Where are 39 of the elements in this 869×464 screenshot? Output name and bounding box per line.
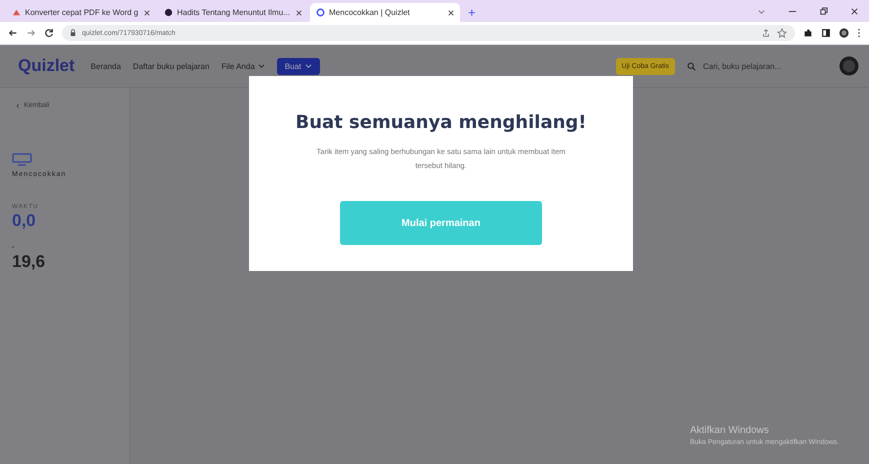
tab-title: Konverter cepat PDF ke Word g bbox=[25, 8, 140, 17]
caret-icon bbox=[305, 64, 312, 68]
new-tab-button[interactable]: + bbox=[462, 3, 482, 22]
nav-link[interactable]: File Anda bbox=[221, 62, 265, 70]
create-button[interactable]: Buat bbox=[276, 58, 320, 74]
browser-tab[interactable]: Hadits Tentang Menuntut Ilmu... bbox=[158, 3, 308, 22]
timer-value: 0,0 bbox=[12, 211, 36, 231]
sidebar-icon[interactable] bbox=[821, 28, 831, 38]
favicon-icon bbox=[164, 8, 173, 17]
more-icon[interactable] bbox=[857, 28, 861, 38]
forward-arrow-icon[interactable] bbox=[26, 28, 36, 38]
search-icon bbox=[687, 62, 696, 70]
quizlet-favicon-icon bbox=[316, 8, 325, 17]
search-field[interactable]: Cari, buku pelajaran... bbox=[687, 60, 827, 72]
chevron-left-icon bbox=[16, 102, 20, 108]
share-icon[interactable] bbox=[761, 28, 771, 38]
back-arrow-icon[interactable] bbox=[8, 28, 18, 38]
nav-link[interactable]: Beranda bbox=[90, 62, 121, 70]
best-time-value: 19,6 bbox=[12, 252, 46, 272]
star-icon[interactable] bbox=[777, 28, 787, 38]
restore-icon[interactable] bbox=[819, 7, 828, 16]
close-icon[interactable] bbox=[448, 10, 454, 16]
close-icon[interactable] bbox=[850, 7, 859, 16]
extension-icon[interactable] bbox=[803, 28, 813, 38]
activation-title: Aktifkan Windows bbox=[690, 425, 770, 436]
profile-avatar-icon[interactable] bbox=[839, 28, 849, 38]
tab-title: Hadits Tentang Menuntut Ilmu... bbox=[177, 8, 291, 17]
dialog-title: Buat semuanya menghilang! bbox=[295, 112, 587, 133]
browser-tab[interactable]: Konverter cepat PDF ke Word g bbox=[6, 3, 156, 22]
tab-title: Mencocokkan | Quizlet bbox=[329, 8, 411, 17]
user-avatar-icon[interactable] bbox=[839, 56, 859, 76]
close-icon[interactable] bbox=[296, 10, 302, 16]
lock-icon bbox=[70, 29, 76, 37]
nav-link[interactable]: Daftar buku pelajaran bbox=[132, 62, 210, 70]
pdf-favicon-icon bbox=[12, 8, 21, 17]
reload-icon[interactable] bbox=[44, 28, 54, 38]
quizlet-logo[interactable]: Quizlet bbox=[18, 56, 75, 76]
close-icon[interactable] bbox=[144, 10, 150, 16]
browser-tab[interactable]: Mencocokkan | Quizlet bbox=[310, 3, 460, 22]
